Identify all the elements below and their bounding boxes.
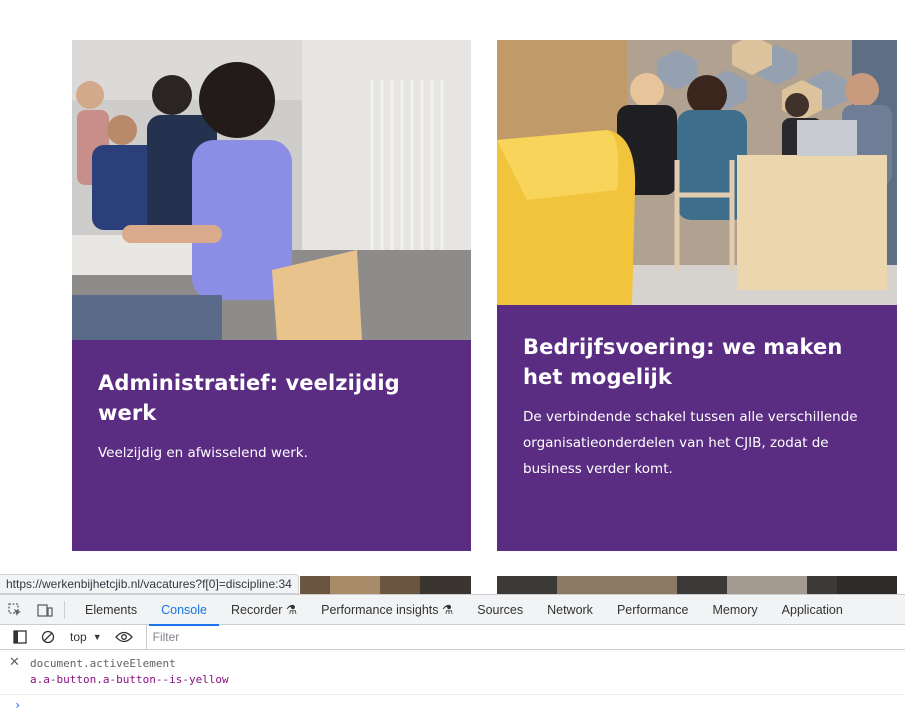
- console-input-text: document.activeElement: [30, 657, 176, 670]
- console-output-text: a.a-button.a-button--is-yellow: [30, 673, 229, 686]
- context-selector-value: top: [70, 630, 87, 644]
- tab-memory[interactable]: Memory: [701, 595, 770, 625]
- card-title: Administratief: veelzijdig werk: [98, 371, 400, 425]
- tab-performance-insights-label: Performance insights: [321, 602, 439, 617]
- card-panel: Administratief: veelzijdig werk Veelzijd…: [72, 340, 471, 551]
- tab-performance-insights[interactable]: Performance insights ⚗: [309, 595, 465, 625]
- web-page: Administratief: veelzijdig werk Veelzijd…: [0, 0, 905, 594]
- flask-icon: ⚗: [442, 602, 454, 617]
- devtools-panel: Elements Console Recorder ⚗ Performance …: [0, 594, 905, 728]
- context-selector[interactable]: top ▼: [62, 625, 110, 650]
- card-title: Bedrijfsvoering: we maken het mogelijk: [523, 335, 843, 389]
- console-output-row[interactable]: a.a-button.a-button--is-yellow: [0, 672, 905, 695]
- console-prompt[interactable]: ›: [0, 695, 905, 717]
- device-toolbar-icon[interactable]: [30, 595, 60, 625]
- sidebar-toggle-icon[interactable]: [6, 625, 34, 650]
- link-status-bar: https://werkenbijhetcjib.nl/vacatures?f[…: [0, 574, 299, 594]
- inspect-element-icon[interactable]: [0, 595, 30, 625]
- console-input-row: ✕ document.activeElement: [0, 650, 905, 672]
- card-bedrijfsvoering[interactable]: Bedrijfsvoering: we maken het mogelijk D…: [497, 40, 897, 551]
- tab-separator: [64, 600, 65, 619]
- tab-sources[interactable]: Sources: [465, 595, 535, 625]
- tab-application[interactable]: Application: [770, 595, 855, 625]
- card-panel: Bedrijfsvoering: we maken het mogelijk D…: [497, 305, 897, 551]
- live-expression-eye-icon[interactable]: [110, 625, 138, 650]
- card-description: De verbindende schakel tussen alle versc…: [523, 409, 858, 477]
- tab-elements[interactable]: Elements: [73, 595, 149, 625]
- devtools-tab-bar: Elements Console Recorder ⚗ Performance …: [0, 595, 905, 626]
- office-photo-admin: [72, 40, 471, 340]
- tab-performance[interactable]: Performance: [605, 595, 701, 625]
- next-card-photo-strip: [300, 576, 471, 594]
- clear-console-icon[interactable]: [34, 625, 62, 650]
- office-photo-bedrijfsvoering: [497, 40, 897, 305]
- console-log: ✕ document.activeElement a.a-button.a-bu…: [0, 650, 905, 717]
- card-description: Veelzijdig en afwisselend werk.: [98, 445, 308, 461]
- card-administratief[interactable]: Administratief: veelzijdig werk Veelzijd…: [72, 40, 471, 551]
- dropdown-caret-icon: ▼: [92, 632, 102, 642]
- tab-network[interactable]: Network: [535, 595, 605, 625]
- flask-icon: ⚗: [285, 602, 298, 617]
- tab-console[interactable]: Console: [149, 595, 219, 626]
- tab-recorder[interactable]: Recorder ⚗: [219, 595, 309, 625]
- prompt-chevron-icon: ›: [14, 698, 22, 712]
- clear-entry-x-icon: ✕: [9, 655, 20, 670]
- next-card-photo-strip: [497, 576, 897, 594]
- tab-recorder-label: Recorder: [230, 602, 283, 617]
- console-filter-input[interactable]: Filter: [145, 624, 905, 650]
- console-toolbar: top ▼ Filter: [0, 624, 905, 650]
